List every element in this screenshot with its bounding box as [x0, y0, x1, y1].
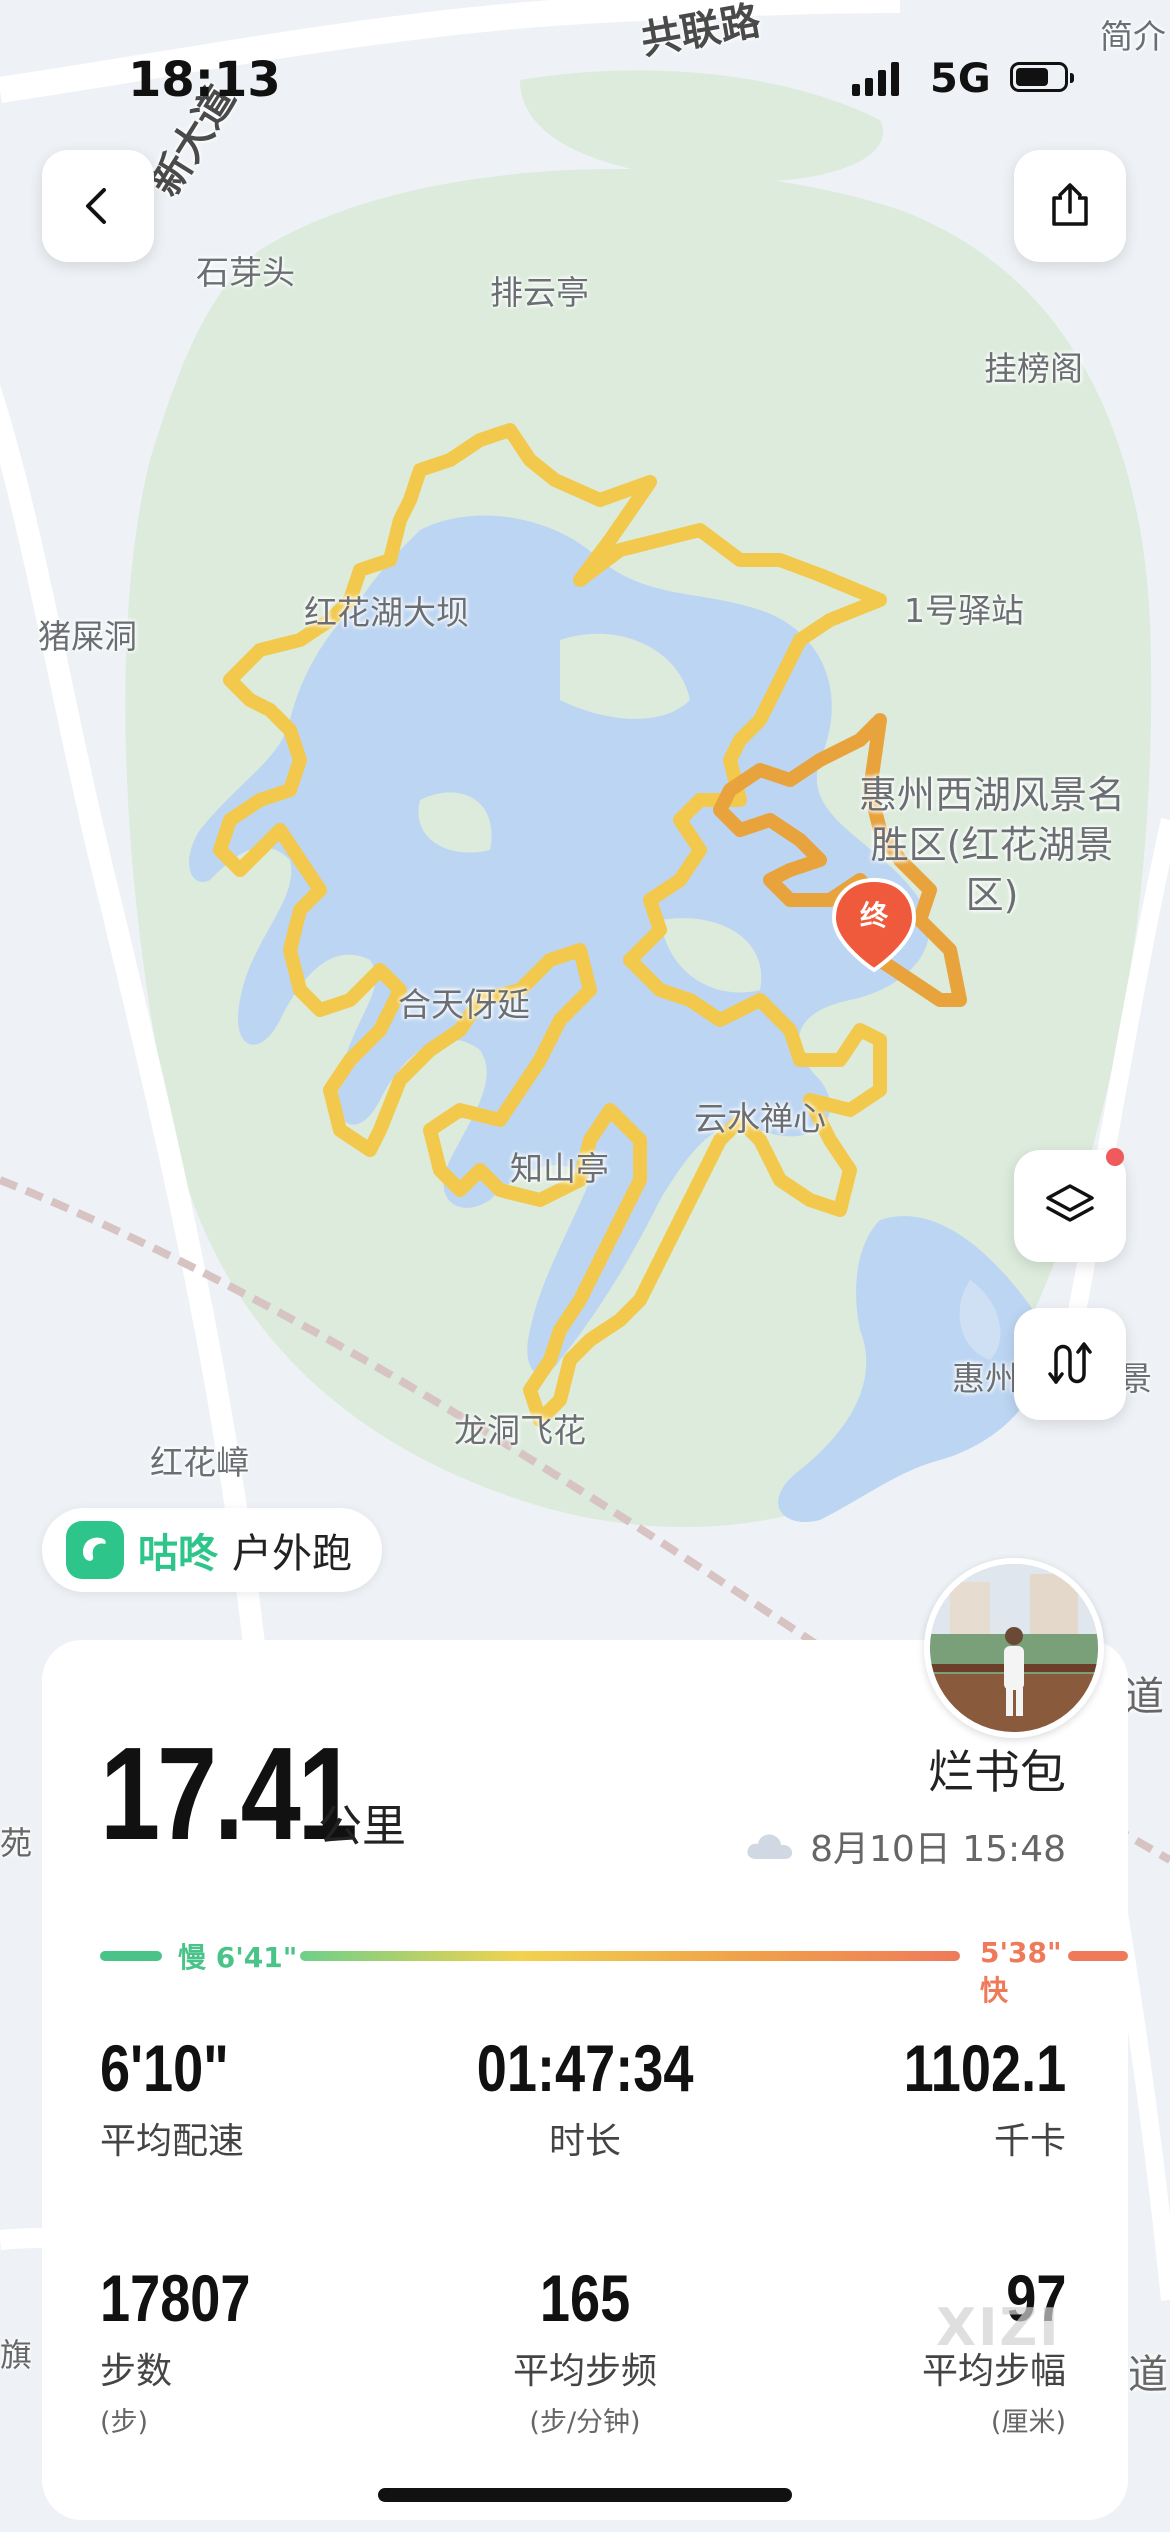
- share-button[interactable]: [1014, 150, 1126, 262]
- battery-icon: [1010, 62, 1074, 92]
- summary-card: 17.41 公里 烂书包 8月10日 15:48 慢 6'41" 5'38" 快…: [42, 1640, 1128, 2520]
- brand-name: 咕咚: [138, 1531, 218, 1577]
- pace-gradient-bar: [300, 1951, 960, 1961]
- pace-fast-label: 5'38" 快: [980, 1936, 1062, 2007]
- cloud-icon: [747, 1834, 793, 1859]
- chevron-left-icon: [86, 188, 106, 224]
- share-icon: [1052, 183, 1088, 226]
- notification-dot: [1106, 1148, 1124, 1166]
- map-label-huizhou: 惠州: [952, 1359, 1018, 1398]
- signal-icon: [852, 62, 899, 96]
- status-bar: 18:13 5G: [0, 52, 1170, 112]
- map-label-hongkuahudaba: 红花湖大坝: [304, 593, 469, 632]
- route-toggle-button[interactable]: [1014, 1308, 1126, 1420]
- layers-icon: [1046, 1184, 1094, 1222]
- road-label-dao: 道: [1124, 1674, 1164, 1720]
- map-label-zhushidong: 猪屎洞: [38, 617, 137, 656]
- user-avatar[interactable]: [924, 1558, 1104, 1738]
- map-label-hongkuazhang: 红花嶂: [150, 1443, 249, 1482]
- map-label-guabangge: 挂榜阁: [984, 349, 1083, 388]
- activity-datetime: 8月10日 15:48: [810, 1829, 1066, 1870]
- brand-chip: 咕咚 户外跑: [42, 1508, 382, 1592]
- home-indicator[interactable]: [378, 2488, 792, 2502]
- map-label-jianying: 简介: [1100, 17, 1166, 56]
- map-label-yihaoyizhan: 1号驿站: [904, 591, 1024, 630]
- road-label-dao-2: 道: [1128, 2352, 1168, 2398]
- status-time: 18:13: [128, 52, 281, 108]
- map-label-hetianyanting: 合天伢延: [398, 985, 530, 1024]
- pace-legend: 慢 6'41" 5'38" 快: [100, 1936, 1128, 2007]
- stat-label: 千卡: [993, 2121, 1066, 2162]
- map-label-zhishanting: 知山亭: [510, 1149, 609, 1188]
- road-label-qi: 旗: [0, 2336, 33, 2374]
- road-label-yuan: 苑: [0, 1824, 33, 1862]
- user-name[interactable]: 烂书包: [928, 1736, 1066, 1802]
- stat-unit: (厘米): [990, 2407, 1066, 2438]
- pace-fast-bar: [1068, 1951, 1128, 1961]
- stat-calories: 1102.1 千卡: [868, 2030, 1066, 2164]
- pace-slow-bar: [100, 1951, 162, 1961]
- pace-slow-label: 慢 6'41": [178, 1941, 298, 1974]
- stat-value: 165: [539, 2261, 631, 2335]
- layers-button[interactable]: [1014, 1150, 1126, 1262]
- distance-value: 17.41: [100, 1720, 358, 1867]
- map-label-yunshuichanxin: 云水禅心: [694, 1099, 826, 1138]
- activity-type: 户外跑: [232, 1531, 352, 1577]
- map-label-shiyatou: 石芽头: [196, 253, 295, 292]
- codoon-logo-icon: [66, 1521, 124, 1579]
- stat-value: 01:47:34: [476, 2031, 694, 2105]
- network-type: 5G: [930, 56, 991, 102]
- back-button[interactable]: [42, 150, 154, 262]
- stat-value: 1102.1: [903, 2031, 1066, 2105]
- map-label-scenic-area: 惠州西湖风景名胜区(红花湖景区): [858, 773, 1125, 917]
- route-toggle-icon: [1048, 1342, 1092, 1384]
- date-row: 8月10日 15:48: [744, 1820, 1066, 1872]
- watermark: XIZI: [936, 2298, 1061, 2358]
- distance-unit: 公里: [318, 1801, 406, 1852]
- map-label-paiyunting: 排云亭: [490, 273, 589, 312]
- map-label-longdongfeihua: 龙洞飞花: [454, 1411, 586, 1450]
